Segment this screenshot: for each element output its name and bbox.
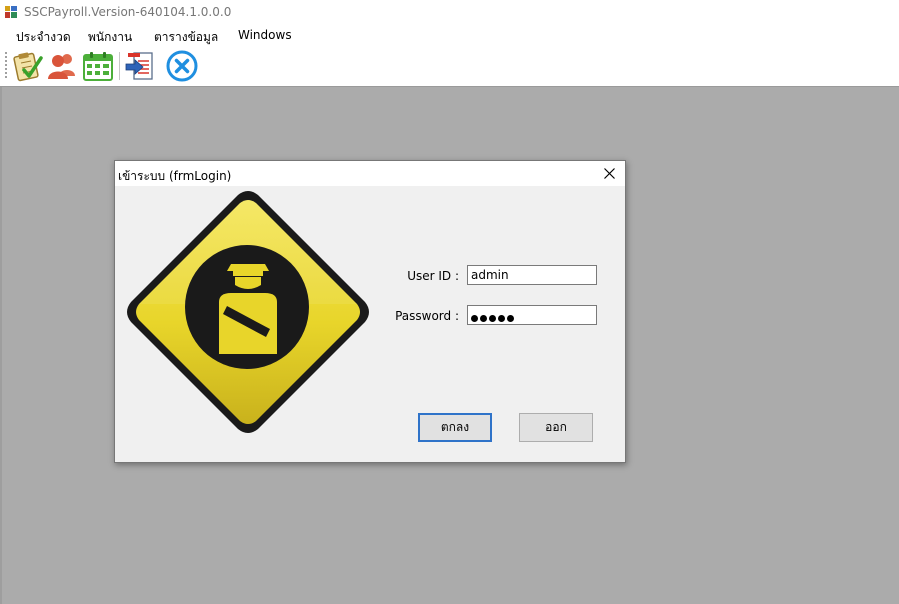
- userid-input[interactable]: [467, 265, 597, 285]
- ok-button[interactable]: ตกลง: [418, 413, 492, 442]
- dialog-close-button[interactable]: [595, 161, 625, 186]
- dialog-title: เข้าระบบ (frmLogin): [118, 169, 232, 183]
- checklist-icon[interactable]: [11, 50, 43, 82]
- export-document-icon[interactable]: [124, 50, 156, 82]
- login-dialog: เข้าระบบ (frmLogin) User ID : Password :: [114, 160, 626, 463]
- close-icon: [604, 168, 615, 179]
- window-title: SSCPayroll.Version-640104.1.0.0.0: [24, 5, 232, 19]
- toolbar: [0, 46, 899, 87]
- userid-label: User ID :: [407, 269, 459, 283]
- toolbar-grip[interactable]: [5, 52, 7, 80]
- password-mask: [471, 311, 516, 325]
- menu-item-period[interactable]: ประจำงวด: [16, 28, 71, 47]
- calendar-table-icon[interactable]: [82, 50, 114, 82]
- security-guard-sign-icon: [127, 191, 369, 433]
- password-input[interactable]: •••••: [467, 305, 597, 325]
- menu-item-data-tables[interactable]: ตารางข้อมูล: [154, 28, 218, 47]
- menu-item-employee[interactable]: พนักงาน: [88, 28, 132, 47]
- app-icon: [4, 5, 18, 19]
- exit-button[interactable]: ออก: [519, 413, 593, 442]
- users-icon[interactable]: [46, 50, 78, 82]
- dialog-title-bar: เข้าระบบ (frmLogin): [115, 161, 625, 186]
- toolbar-separator: [119, 52, 120, 80]
- menu-bar: ประจำงวด พนักงาน ตารางข้อมูล Windows: [0, 24, 899, 46]
- close-circle-icon[interactable]: [166, 50, 198, 82]
- password-label: Password :: [395, 309, 459, 323]
- window-title-bar: SSCPayroll.Version-640104.1.0.0.0: [0, 0, 899, 24]
- mdi-left-edge: [0, 87, 2, 604]
- menu-item-windows[interactable]: Windows: [238, 28, 292, 42]
